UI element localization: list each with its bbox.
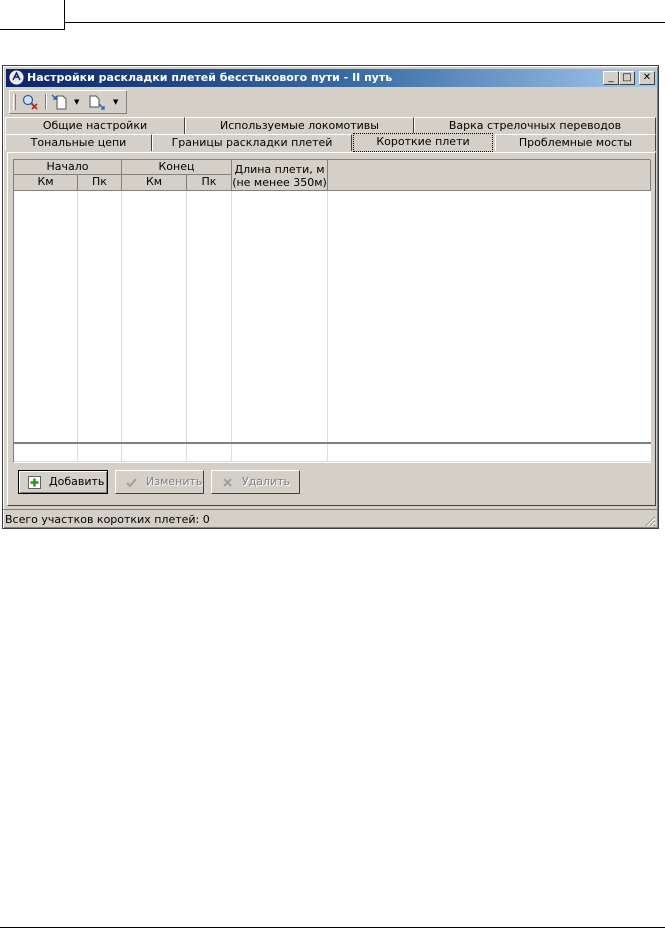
- delete-x-icon: [223, 478, 232, 487]
- export-document-icon: [89, 95, 105, 110]
- status-text: Всего участков коротких плетей: 0: [5, 513, 210, 526]
- tab-switch-welding[interactable]: Варка стрелочных переводов: [414, 117, 656, 134]
- close-button[interactable]: ✕: [639, 71, 655, 85]
- toolbar: ▼ ▼: [9, 90, 127, 114]
- column-length-header[interactable]: Длина плети, м (не менее 350м): [232, 160, 328, 191]
- toolbar-separator: [45, 94, 47, 110]
- search-delete-icon: [22, 94, 38, 110]
- minimize-icon: _: [608, 72, 614, 83]
- column-start-km[interactable]: Км: [14, 175, 78, 191]
- page-footer-rule: [0, 927, 665, 928]
- column-divider: [231, 191, 232, 462]
- tab-tonal-circuits[interactable]: Тональные цепи: [5, 134, 152, 151]
- settings-window: Настройки раскладки плетей бесстыкового …: [2, 65, 659, 529]
- chevron-down-icon: ▼: [74, 98, 80, 106]
- short-rails-table[interactable]: Начало Конец Длина плети, м (не менее 35…: [13, 159, 651, 463]
- new-document-icon: [51, 94, 67, 110]
- export-document-dropdown-button[interactable]: ▼: [87, 93, 123, 111]
- new-document-dropdown-button[interactable]: ▼: [50, 93, 84, 111]
- toolbar-grip[interactable]: [13, 94, 16, 110]
- minimize-button[interactable]: _: [603, 71, 619, 85]
- column-start-pk[interactable]: Пк: [78, 175, 122, 191]
- tab-used-locomotives[interactable]: Используемые локомотивы: [185, 117, 414, 134]
- column-divider: [327, 191, 328, 462]
- tab-general-settings[interactable]: Общие настройки: [5, 117, 185, 134]
- page-number-box: [0, 0, 65, 30]
- tab-problem-bridges[interactable]: Проблемные мосты: [495, 134, 656, 151]
- delete-button[interactable]: Удалить: [211, 470, 300, 494]
- tab-panel-short-rails: Начало Конец Длина плети, м (не менее 35…: [7, 152, 656, 506]
- column-group-end: Конец: [122, 160, 232, 175]
- tab-layout-boundaries[interactable]: Границы раскладки плетей: [152, 134, 352, 151]
- column-divider: [77, 191, 78, 462]
- close-icon: ✕: [642, 72, 652, 83]
- column-filler-header: [328, 160, 651, 191]
- maximize-button[interactable]: □: [619, 71, 635, 85]
- page-header-rule: [65, 22, 665, 23]
- edit-button[interactable]: Изменить: [115, 470, 204, 494]
- column-divider: [121, 191, 122, 462]
- column-group-start: Начало: [14, 160, 122, 175]
- column-end-km[interactable]: Км: [122, 175, 187, 191]
- window-title: Настройки раскладки плетей бесстыкового …: [27, 71, 393, 84]
- search-delete-button[interactable]: [19, 93, 41, 111]
- checkmark-icon: [126, 478, 137, 488]
- column-end-pk[interactable]: Пк: [187, 175, 232, 191]
- plus-document-icon: [28, 476, 41, 489]
- summary-row-bottom: [14, 461, 651, 462]
- summary-row-divider: [14, 442, 651, 444]
- app-logo-icon: [9, 70, 24, 85]
- tab-short-rails[interactable]: Короткие плети: [353, 133, 493, 152]
- title-bar[interactable]: Настройки раскладки плетей бесстыкового …: [6, 69, 657, 87]
- status-bar: Всего участков коротких плетей: 0: [3, 509, 658, 528]
- chevron-down-icon: ▼: [113, 98, 119, 106]
- add-button[interactable]: Добавить: [18, 470, 108, 494]
- resize-grip-icon[interactable]: [644, 515, 656, 527]
- column-divider: [186, 191, 187, 462]
- maximize-icon: □: [622, 72, 632, 83]
